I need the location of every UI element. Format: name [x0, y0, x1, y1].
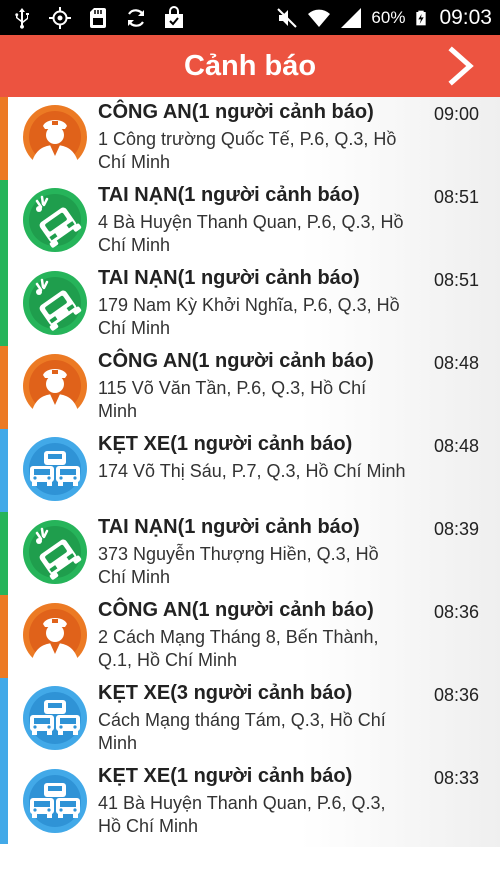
alert-type-stripe	[0, 180, 8, 263]
alert-title: CÔNG AN(1 người cảnh báo)	[98, 350, 374, 372]
alert-item-police[interactable]: CÔNG AN(1 người cảnh báo) 08:48 115 Võ Văn…	[0, 346, 500, 429]
sd-card-icon	[90, 7, 106, 28]
alert-time: 09:00	[433, 104, 479, 124]
page-title: Cảnh báo	[183, 50, 317, 82]
alert-title: KẸT XE(1 người cảnh báo)	[98, 433, 353, 455]
alert-item-accident[interactable]: TAI NẠN(1 người cảnh báo) 08:39 373 Nguyễn…	[0, 512, 500, 595]
status-bar: 60% 09:03	[0, 0, 500, 35]
traffic-jam-icon	[22, 768, 88, 834]
alert-address: 41 Bà Huyện Thanh Quan, P.6, Q.3, Hồ Chí…	[98, 793, 386, 836]
mute-icon	[277, 7, 298, 28]
alert-time: 08:39	[433, 519, 479, 539]
alert-item-accident[interactable]: TAI NẠN(1 người cảnh báo) 08:51 4 Bà Huyện…	[0, 180, 500, 263]
alert-title: KẸT XE(1 người cảnh báo)	[98, 765, 353, 787]
alert-type-stripe	[0, 678, 8, 761]
alert-address: 179 Nam Kỳ Khởi Nghĩa, P.6, Q.3, Hồ Chí …	[98, 295, 400, 338]
shopping-bag-icon	[165, 5, 183, 28]
alert-item-police[interactable]: CÔNG AN(1 người cảnh báo) 09:00 1 Công trư…	[0, 97, 500, 180]
alert-type-stripe	[0, 512, 8, 595]
app-header: Cảnh báo	[0, 35, 500, 97]
alert-time: 08:36	[433, 602, 479, 622]
alert-title: CÔNG AN(1 người cảnh báo)	[98, 599, 374, 621]
alert-type-stripe	[0, 97, 8, 180]
clock: 09:03	[439, 5, 492, 29]
alert-time: 08:51	[433, 187, 479, 207]
gps-icon	[49, 6, 71, 29]
alert-time: 08:51	[433, 270, 479, 290]
battery-icon	[416, 10, 427, 25]
car-crash-icon	[22, 187, 88, 253]
alert-item-traffic[interactable]: KẸT XE(3 người cảnh báo) 08:36 Cách Mạng t…	[0, 678, 500, 761]
alert-address: 174 Võ Thị Sáu, P.7, Q.3, Hồ Chí Minh	[98, 461, 406, 481]
alert-type-stripe	[0, 346, 8, 429]
alert-list[interactable]: CÔNG AN(1 người cảnh báo) 09:00 1 Công trư…	[0, 97, 500, 847]
traffic-jam-icon	[22, 685, 88, 751]
alert-address: 115 Võ Văn Tần, P.6, Q.3, Hồ Chí Minh	[98, 378, 367, 421]
car-crash-icon	[22, 519, 88, 585]
alert-title: CÔNG AN(1 người cảnh báo)	[98, 101, 374, 123]
status-bar-notifications	[10, 0, 186, 35]
alert-time: 08:48	[433, 353, 479, 373]
sync-icon	[128, 8, 144, 27]
alert-item-traffic[interactable]: KẸT XE(1 người cảnh báo) 08:33 41 Bà Huyện…	[0, 761, 500, 844]
alert-title: KẸT XE(3 người cảnh báo)	[98, 682, 353, 704]
police-officer-icon	[22, 104, 88, 172]
alert-type-stripe	[0, 761, 8, 844]
chevron-right-icon[interactable]	[440, 46, 480, 86]
usb-icon	[15, 7, 29, 29]
police-officer-icon	[22, 602, 88, 670]
alert-type-stripe	[0, 429, 8, 512]
alert-time: 08:33	[433, 768, 479, 788]
police-officer-icon	[22, 353, 88, 421]
alert-address: 4 Bà Huyện Thanh Quan, P.6, Q.3, Hồ Chí …	[98, 212, 404, 255]
alert-address: 1 Công trường Quốc Tế, P.6, Q.3, Hồ Chí …	[98, 129, 397, 172]
list-empty-area	[0, 847, 500, 889]
alert-type-stripe	[0, 595, 8, 678]
alert-title: TAI NẠN(1 người cảnh báo)	[98, 516, 360, 538]
car-crash-icon	[22, 270, 88, 336]
alert-item-traffic[interactable]: KẸT XE(1 người cảnh báo) 08:48 174 Võ Thị …	[0, 429, 500, 512]
alert-title: TAI NẠN(1 người cảnh báo)	[98, 184, 360, 206]
alert-address: 2 Cách Mạng Tháng 8, Bến Thành, Q.1, Hồ …	[98, 627, 379, 670]
traffic-jam-icon	[22, 436, 88, 502]
alert-item-accident[interactable]: TAI NẠN(1 người cảnh báo) 08:51 179 Nam Kỳ…	[0, 263, 500, 346]
alert-time: 08:36	[433, 685, 479, 705]
alert-address: 373 Nguyễn Thượng Hiền, Q.3, Hồ Chí Minh	[98, 544, 379, 587]
wifi-icon	[308, 9, 331, 27]
alert-time: 08:48	[433, 436, 479, 456]
status-bar-system: 60% 09:03	[275, 0, 492, 35]
alert-item-police[interactable]: CÔNG AN(1 người cảnh báo) 08:36 2 Cách Mạn…	[0, 595, 500, 678]
alert-type-stripe	[0, 263, 8, 346]
battery-percent: 60%	[371, 7, 406, 27]
alert-title: TAI NẠN(1 người cảnh báo)	[98, 267, 360, 289]
alert-address: Cách Mạng tháng Tám, Q.3, Hồ Chí Minh	[98, 710, 386, 753]
signal-icon	[341, 7, 362, 28]
